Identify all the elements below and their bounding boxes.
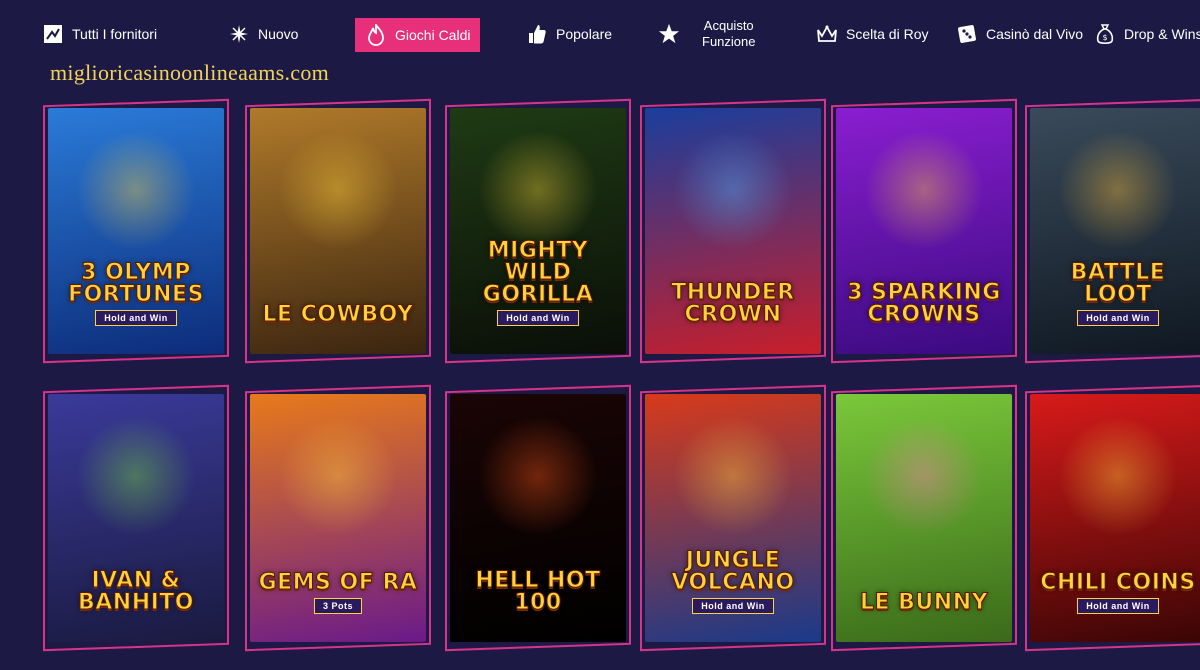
game-card[interactable]: Thunder Crown: [640, 98, 826, 364]
crown-icon: [816, 23, 838, 45]
game-artwork: Battle Loot Hold and Win: [1030, 108, 1200, 354]
game-artwork: 3 Sparking Crowns: [836, 108, 1012, 354]
artwork-glow: [76, 130, 196, 250]
sparkle-icon: [228, 23, 250, 45]
dice-icon: [956, 23, 978, 45]
artwork-glow: [673, 416, 793, 536]
category-nav: Tutti I fornitori Nuovo Giochi Caldi Pop…: [0, 0, 1200, 66]
game-title: 3 Olymp Fortunes: [68, 260, 204, 307]
artwork-glow: [864, 130, 984, 250]
game-card[interactable]: Hell Hot 100: [445, 384, 631, 652]
game-card[interactable]: Le Bunny: [831, 384, 1017, 652]
game-title: 3 Sparking Crowns: [847, 280, 1001, 327]
game-card[interactable]: Jungle Volcano Hold and Win: [640, 384, 826, 652]
artwork-glow: [76, 416, 196, 536]
game-title: Hell Hot 100: [475, 568, 601, 615]
game-title: Ivan & Banhito: [77, 568, 194, 615]
artwork-glow: [278, 130, 398, 250]
game-tag: Hold and Win: [1077, 310, 1159, 326]
artwork-glow: [1058, 130, 1178, 250]
game-artwork: Thunder Crown: [645, 108, 821, 354]
nav-acquisto-funzione[interactable]: Acquisto Funzione: [658, 14, 755, 54]
game-card[interactable]: Ivan & Banhito: [43, 384, 229, 652]
game-artwork: Le Cowboy: [250, 108, 426, 354]
game-artwork: Chili Coins Hold and Win: [1030, 394, 1200, 642]
artwork-glow: [278, 416, 398, 536]
nav-popolare[interactable]: Popolare: [526, 14, 612, 54]
game-title: Mighty Wild Gorilla: [482, 238, 594, 307]
site-watermark: miglioricasinoonlineaams.com: [50, 60, 330, 85]
game-card[interactable]: Battle Loot Hold and Win: [1025, 98, 1200, 364]
game-title: Battle Loot: [1070, 260, 1166, 307]
thumbs-up-icon: [526, 23, 548, 45]
game-card[interactable]: 3 Sparking Crowns: [831, 98, 1017, 364]
artwork-glow: [478, 416, 598, 536]
nav-casino-dal-vivo[interactable]: Casinò dal Vivo: [956, 14, 1083, 54]
nav-giochi-caldi[interactable]: Giochi Caldi: [355, 18, 481, 52]
svg-text:$: $: [1102, 33, 1107, 42]
game-tag: Hold and Win: [497, 310, 579, 326]
nav-scelta-di-roy[interactable]: Scelta di Roy: [816, 14, 928, 54]
nav-label: Acquisto Funzione: [702, 18, 756, 49]
game-tag: 3 Pots: [313, 598, 362, 614]
game-artwork: Gems of Ra 3 Pots: [250, 394, 426, 642]
nav-label: Giochi Caldi: [395, 27, 471, 43]
star-icon: [658, 23, 680, 45]
game-title: Chili Coins: [1040, 570, 1196, 595]
artwork-glow: [478, 130, 598, 250]
nav-tutti-fornitori[interactable]: Tutti I fornitori: [42, 14, 157, 54]
game-artwork: Ivan & Banhito: [48, 394, 224, 642]
game-artwork: Hell Hot 100: [450, 394, 626, 642]
game-title: Le Bunny: [859, 590, 989, 615]
nav-label: Drop & Wins: [1124, 26, 1200, 42]
nav-label: Popolare: [556, 26, 613, 42]
game-card[interactable]: Mighty Wild Gorilla Hold and Win: [445, 98, 631, 364]
game-title: Jungle Volcano: [671, 548, 795, 595]
nav-nuovo[interactable]: Nuovo: [228, 14, 298, 54]
money-bag-icon: $: [1094, 23, 1116, 45]
game-title: Le Cowboy: [262, 302, 414, 327]
game-title: Thunder Crown: [671, 280, 795, 327]
artwork-glow: [864, 416, 984, 536]
nav-label: Scelta di Roy: [846, 26, 929, 42]
game-card[interactable]: 3 Olymp Fortunes Hold and Win: [43, 98, 229, 364]
provider-icon: [42, 23, 64, 45]
nav-label: Nuovo: [258, 26, 299, 42]
game-tag: Hold and Win: [1077, 598, 1159, 614]
flame-icon: [365, 24, 387, 46]
nav-label: Casinò dal Vivo: [986, 26, 1084, 42]
game-tag: Hold and Win: [692, 598, 774, 614]
game-tag: Hold and Win: [95, 310, 177, 326]
artwork-glow: [1058, 416, 1178, 536]
game-card[interactable]: Gems of Ra 3 Pots: [245, 384, 431, 652]
nav-drop-wins[interactable]: $ Drop & Wins: [1094, 14, 1200, 54]
nav-label: Tutti I fornitori: [72, 26, 158, 42]
game-artwork: Le Bunny: [836, 394, 1012, 642]
game-card[interactable]: Le Cowboy: [245, 98, 431, 364]
artwork-glow: [673, 130, 793, 250]
game-artwork: Mighty Wild Gorilla Hold and Win: [450, 108, 626, 354]
game-card[interactable]: Chili Coins Hold and Win: [1025, 384, 1200, 652]
game-artwork: 3 Olymp Fortunes Hold and Win: [48, 108, 224, 354]
game-title: Gems of Ra: [258, 570, 418, 595]
game-artwork: Jungle Volcano Hold and Win: [645, 394, 821, 642]
